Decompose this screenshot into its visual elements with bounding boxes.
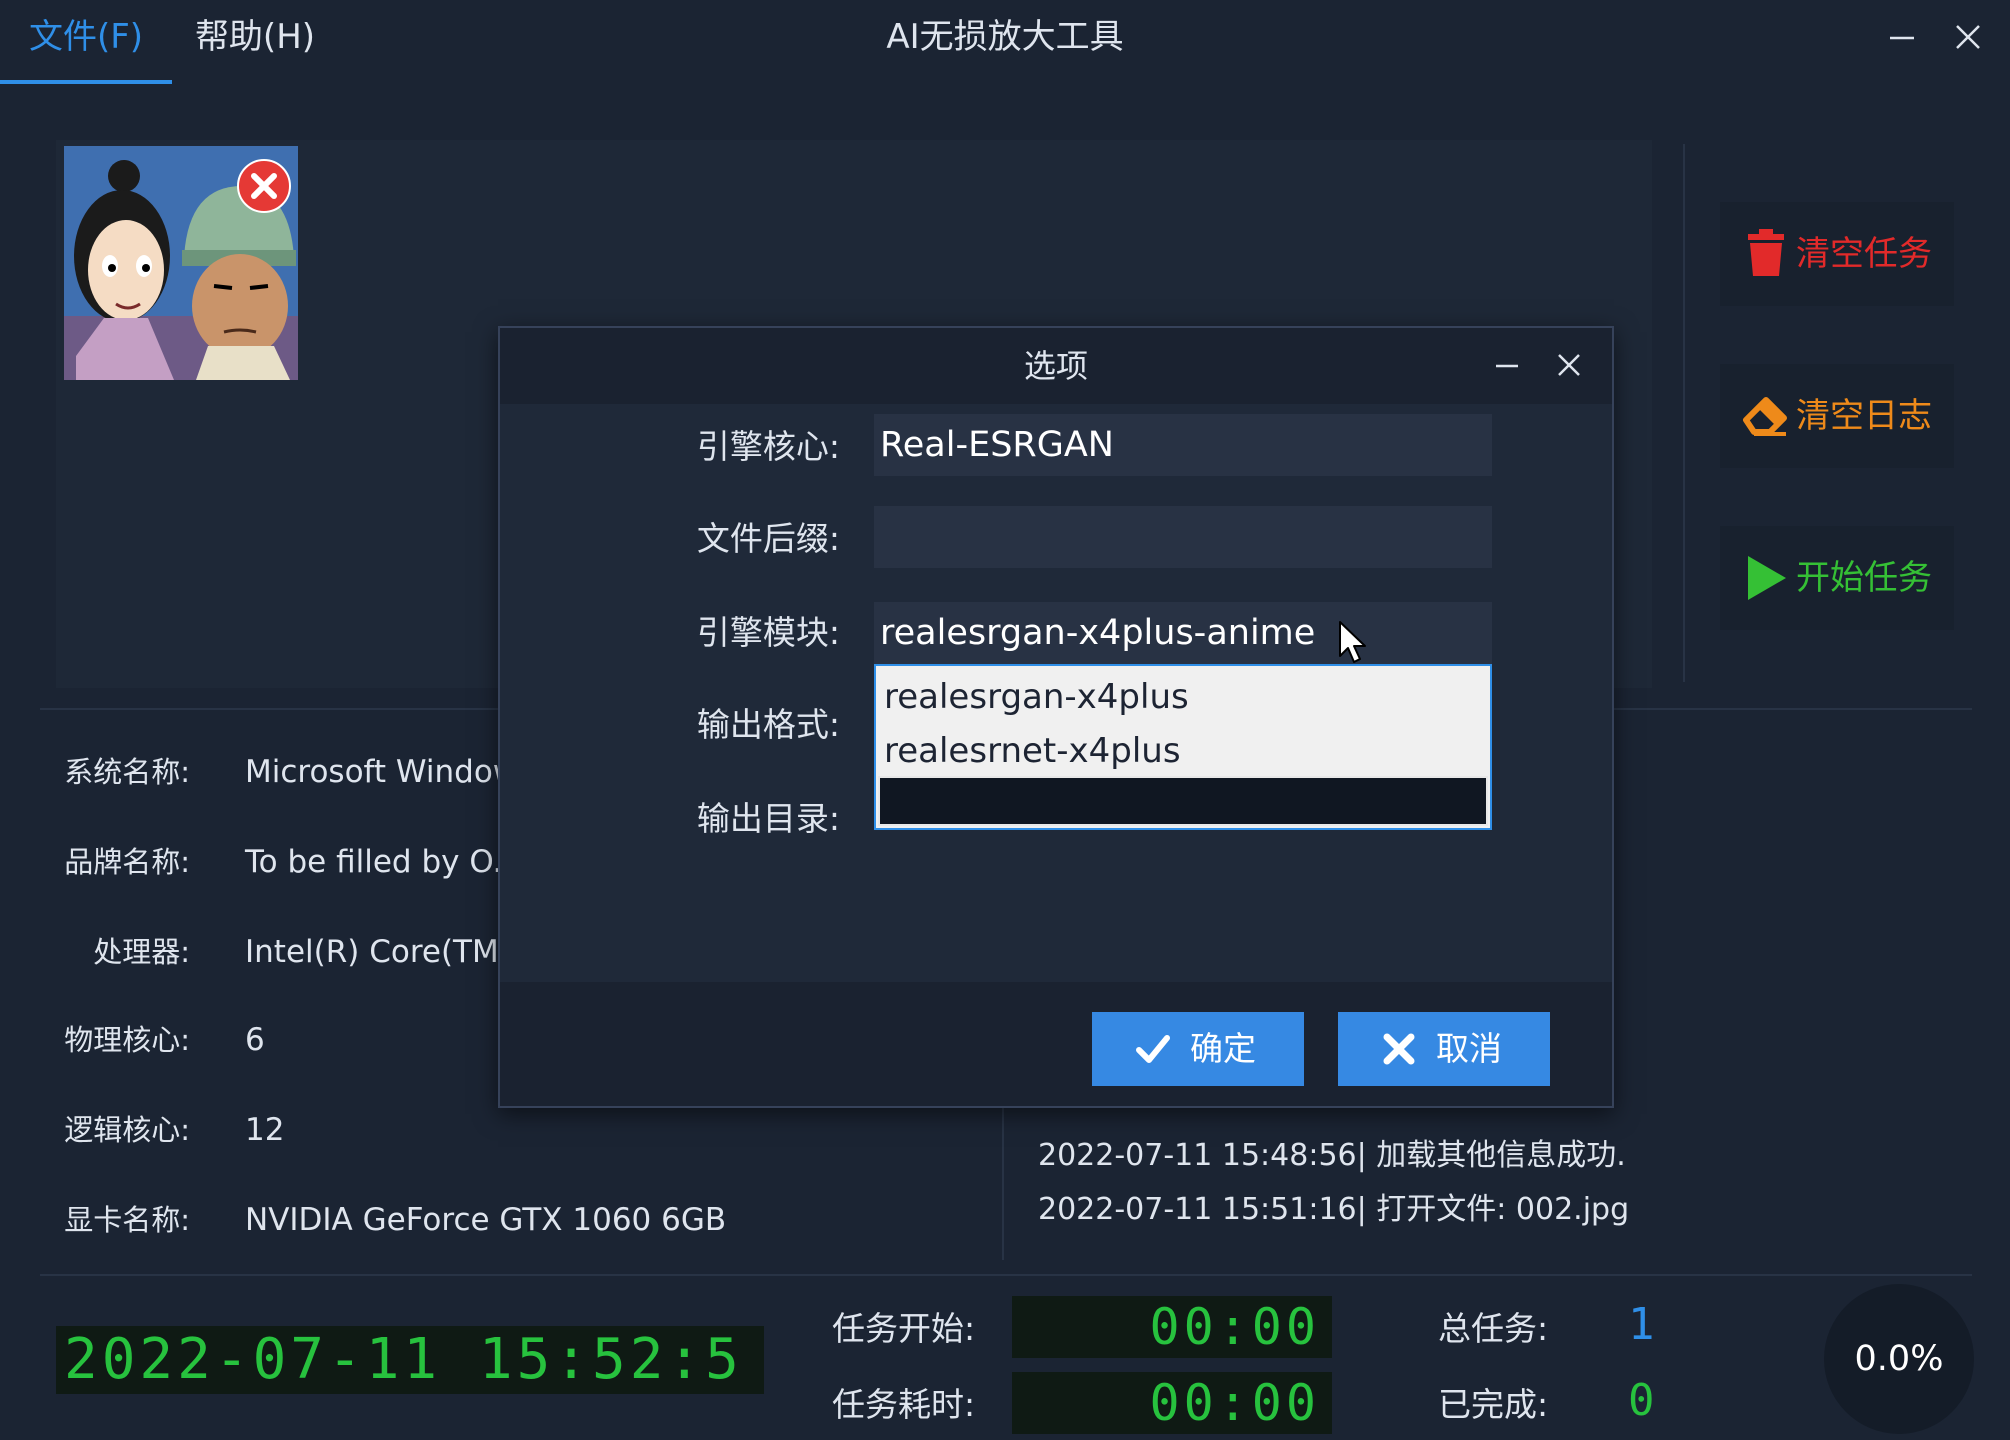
clear-tasks-button[interactable]: 清空任务 — [1720, 202, 1954, 306]
status-divider — [40, 1274, 1972, 1276]
side-divider — [1683, 144, 1685, 682]
task-elapsed-label: 任务耗时: — [832, 1385, 976, 1424]
close-icon — [1956, 25, 1980, 49]
dialog-close-button[interactable] — [1542, 344, 1596, 388]
dropdown-option-empty[interactable] — [878, 776, 1488, 826]
physical-cores-value: 6 — [245, 1022, 265, 1058]
output-dir-label: 输出目录: — [696, 799, 840, 838]
minimize-icon — [1890, 36, 1914, 40]
logical-cores-label: 逻辑核心: — [64, 1113, 190, 1147]
file-suffix-input[interactable] — [874, 506, 1492, 568]
task-start-label: 任务开始: — [832, 1309, 976, 1348]
engine-module-select[interactable]: realesrgan-x4plus-anime — [874, 602, 1492, 664]
task-start-display: 00:00 — [1012, 1296, 1332, 1358]
menu-help[interactable]: 帮助(H) — [180, 0, 330, 84]
gpu-name-label: 显卡名称: — [64, 1203, 190, 1237]
trash-icon — [1748, 229, 1784, 276]
clear-log-label: 清空日志 — [1796, 396, 1932, 436]
total-tasks-value: 1 — [1628, 1299, 1655, 1350]
minimize-icon — [1496, 364, 1518, 368]
dialog-title: 选项 — [1023, 347, 1088, 385]
dropdown-option[interactable]: realesrnet-x4plus — [884, 724, 1181, 778]
log-entry: 2022-07-11 15:48:56| 加载其他信息成功. — [1038, 1138, 1626, 1173]
engine-module-label: 引擎模块: — [696, 613, 840, 652]
dialog-minimize-button[interactable] — [1480, 344, 1534, 388]
os-name-value: Microsoft Window — [245, 754, 519, 790]
options-dialog: 选项 引擎核心: Real-ESRGAN 文件后缀: 引擎模块: realesr… — [498, 326, 1614, 1108]
clear-tasks-label: 清空任务 — [1796, 234, 1932, 274]
clear-log-button[interactable]: 清空日志 — [1720, 364, 1954, 468]
logical-cores-value: 12 — [245, 1112, 285, 1148]
progress-indicator: 0.0% — [1824, 1284, 1974, 1434]
engine-module-dropdown: realesrgan-x4plus realesrnet-x4plus — [874, 664, 1492, 830]
close-button[interactable] — [1938, 14, 1998, 60]
menu-file[interactable]: 文件(F) — [0, 0, 172, 84]
completed-label: 已完成: — [1438, 1385, 1549, 1424]
minimize-button[interactable] — [1872, 14, 1932, 60]
brand-name-label: 品牌名称: — [64, 845, 190, 879]
engine-core-label: 引擎核心: — [696, 427, 840, 466]
cross-icon — [1383, 1033, 1415, 1065]
gpu-name-value: NVIDIA GeForce GTX 1060 6GB — [245, 1202, 727, 1238]
processor-label: 处理器: — [93, 935, 190, 969]
play-icon — [1748, 556, 1786, 600]
eraser-icon — [1743, 397, 1787, 436]
os-name-label: 系统名称: — [64, 755, 190, 789]
brand-name-value: To be filled by O.E — [245, 844, 522, 880]
start-task-button[interactable]: 开始任务 — [1720, 526, 1954, 630]
dropdown-option[interactable]: realesrgan-x4plus — [884, 670, 1189, 724]
cancel-button-label: 取消 — [1436, 1029, 1502, 1068]
engine-core-select[interactable]: Real-ESRGAN — [874, 414, 1492, 476]
task-elapsed-display: 00:00 — [1012, 1372, 1332, 1434]
pointer-arrow-icon — [1339, 621, 1366, 663]
ok-button-label: 确定 — [1190, 1029, 1256, 1068]
physical-cores-label: 物理核心: — [64, 1023, 190, 1057]
file-suffix-label: 文件后缀: — [696, 519, 840, 558]
close-icon — [1558, 354, 1580, 376]
remove-image-button[interactable] — [236, 158, 292, 214]
datetime-display: 2022-07-11 15:52:5 — [56, 1326, 764, 1394]
check-icon — [1136, 1035, 1170, 1063]
total-tasks-label: 总任务: — [1438, 1309, 1549, 1348]
completed-value: 0 — [1628, 1375, 1655, 1426]
start-task-label: 开始任务 — [1796, 558, 1932, 598]
cancel-button[interactable]: 取消 — [1338, 1012, 1550, 1086]
ok-button[interactable]: 确定 — [1092, 1012, 1304, 1086]
close-circle-icon — [237, 159, 291, 213]
log-entry: 2022-07-11 15:51:16| 打开文件: 002.jpg — [1038, 1192, 1630, 1227]
output-format-label: 输出格式: — [696, 705, 840, 744]
processor-value: Intel(R) Core(TM) — [245, 934, 511, 970]
mouse-cursor-icon — [1338, 620, 1368, 666]
